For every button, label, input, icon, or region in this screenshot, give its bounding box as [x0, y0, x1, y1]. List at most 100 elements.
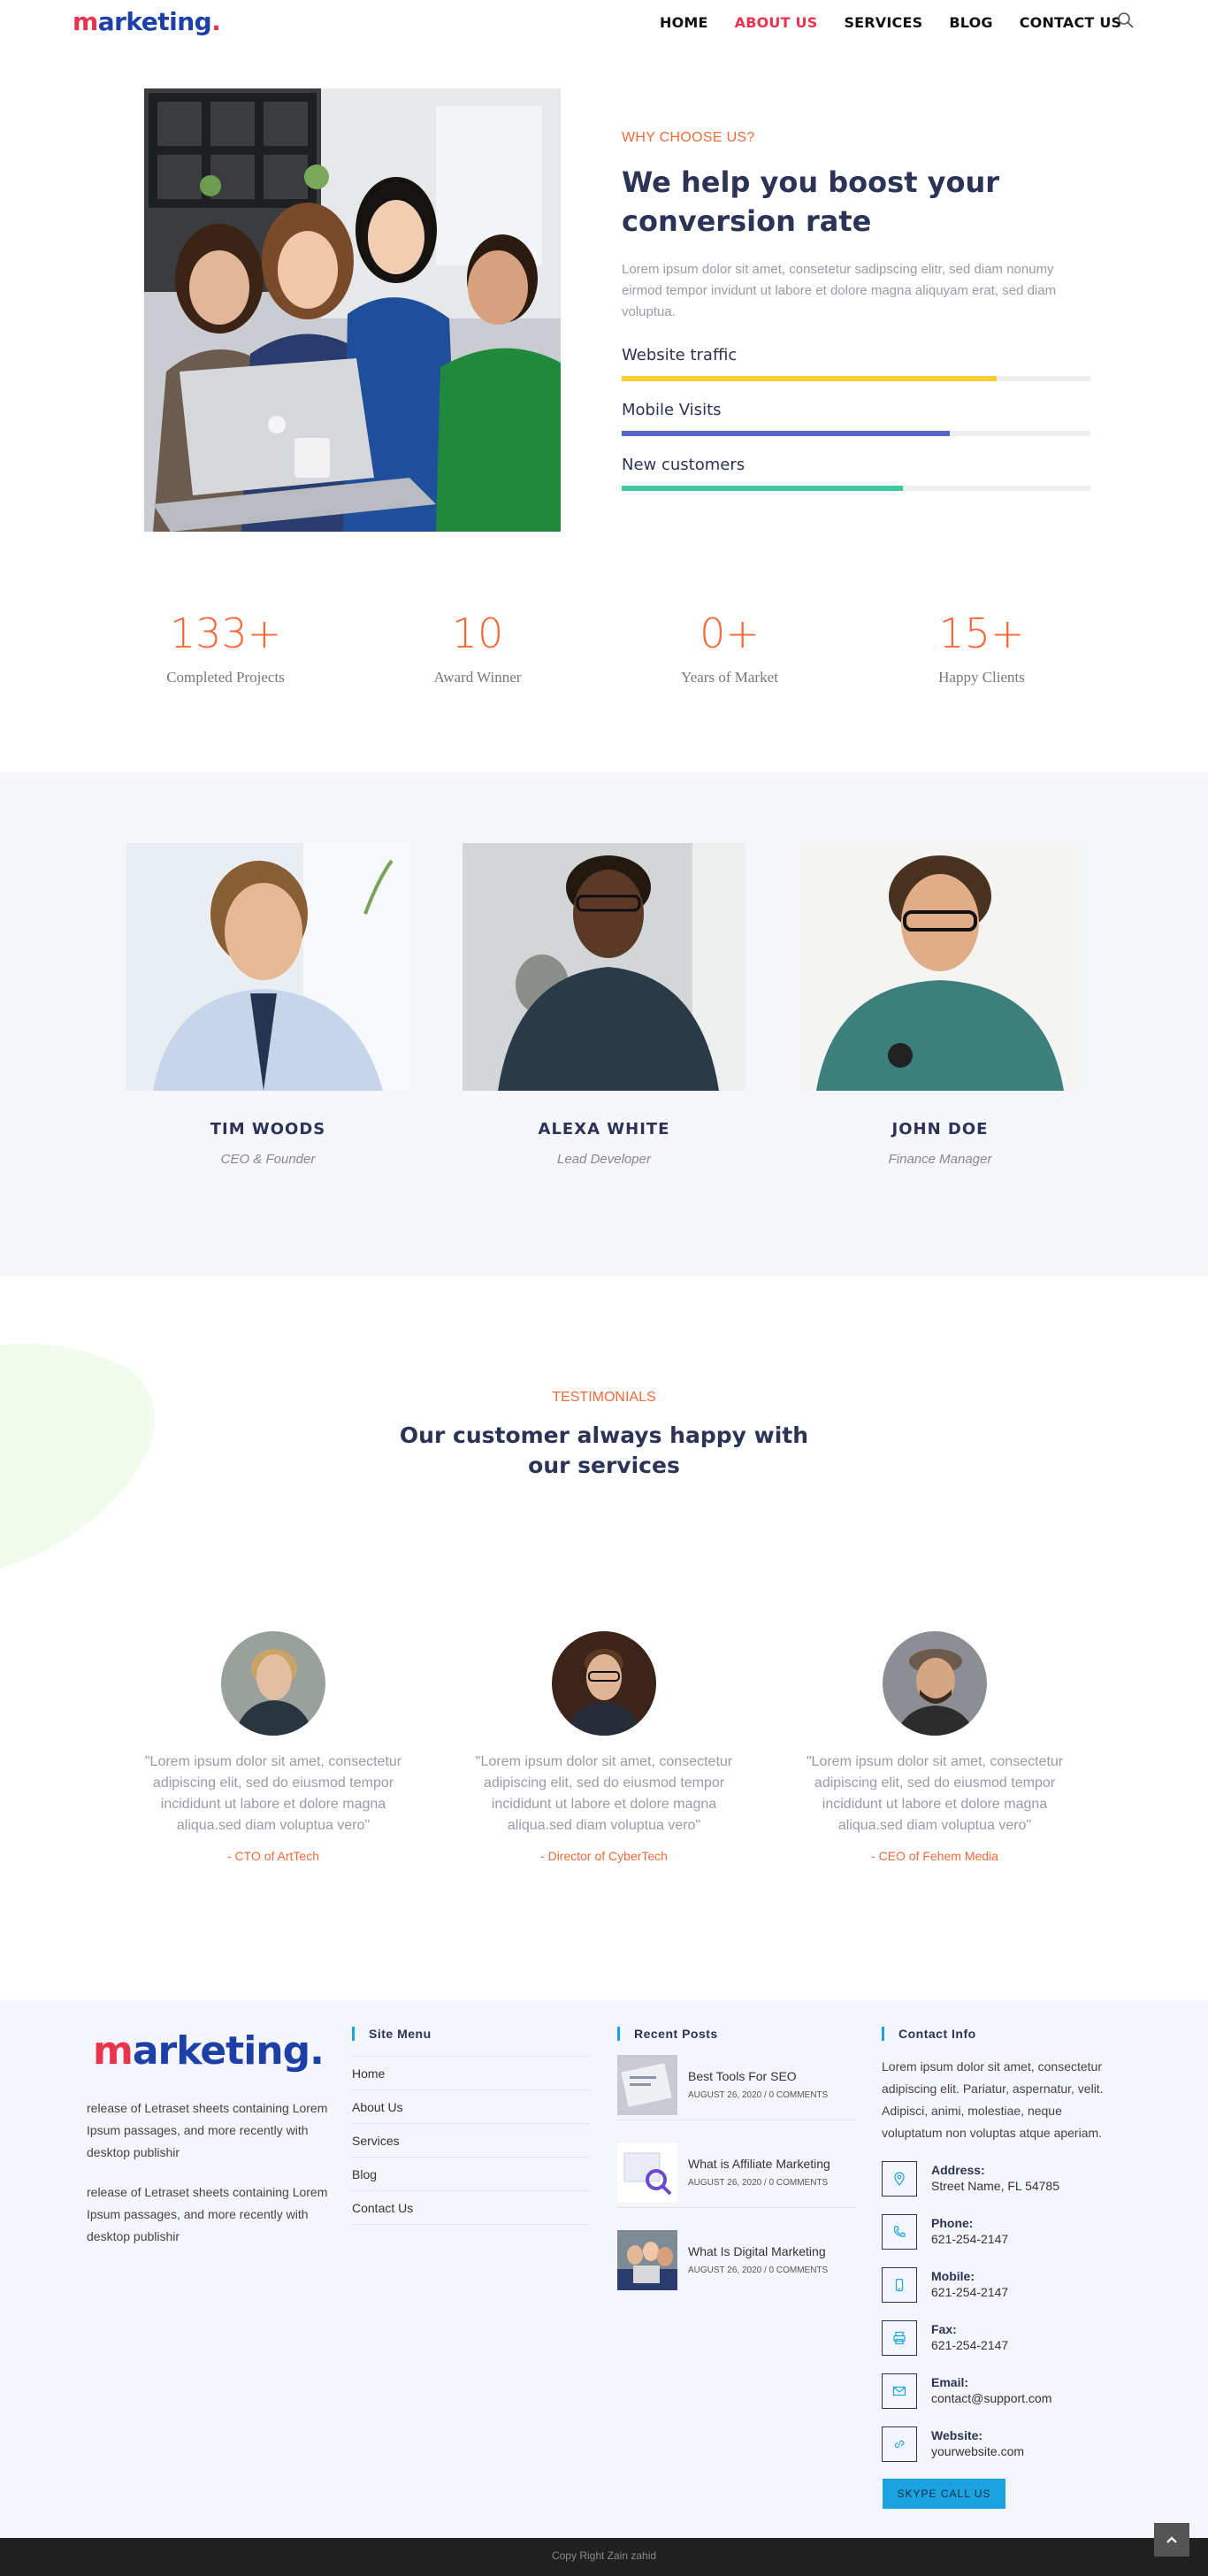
nav-home[interactable]: HOME: [660, 14, 708, 31]
testimonial-author: - Director of CyberTech: [540, 1849, 668, 1863]
contact-label: Email:: [931, 2375, 969, 2389]
post-thumbnail[interactable]: [617, 2230, 677, 2290]
testimonial-quote: "Lorem ipsum dolor sit amet, consectetur…: [475, 1754, 733, 1833]
counter-value: 15+: [938, 610, 1025, 657]
skill-mobile-visits: Mobile Visits: [622, 400, 1090, 436]
contact-value: Street Name, FL 54785: [931, 2179, 1060, 2193]
footer-logo[interactable]: marketing.: [93, 2028, 325, 2074]
post-title[interactable]: Best Tools For SEO: [688, 2069, 797, 2083]
footer-menu-contact-us[interactable]: Contact Us: [352, 2191, 589, 2225]
footer-menu-home[interactable]: Home: [352, 2057, 589, 2090]
footer-contact-heading: Contact Info: [882, 2027, 976, 2041]
contact-label: Mobile:: [931, 2269, 975, 2283]
main-nav: HOME ABOUT US SERVICES BLOG CONTACT US: [660, 12, 1148, 32]
counter-value: 0+: [700, 610, 760, 657]
contact-value: 621-254-2147: [931, 2285, 1009, 2299]
counter-value: 133+: [169, 610, 282, 657]
search-icon[interactable]: [1116, 11, 1135, 30]
footer-about-text: release of Letraset sheets containing Lo…: [87, 2185, 328, 2243]
skill-fill: [622, 376, 997, 381]
counter-label: Award Winner: [433, 669, 522, 686]
contact-value[interactable]: yourwebsite.com: [931, 2444, 1024, 2458]
contact-address: Address: Street Name, FL 54785: [882, 2161, 1129, 2198]
footer-site-menu-heading: Site Menu: [352, 2027, 432, 2041]
post-title[interactable]: What is Affiliate Marketing: [688, 2157, 830, 2171]
skill-label: Website traffic: [622, 346, 738, 364]
nav-about-us[interactable]: ABOUT US: [735, 14, 818, 31]
team-member-card: ALEXA WHITE Lead Developer: [463, 843, 745, 1167]
testimonial-card: "Lorem ipsum dolor sit amet, consectetur…: [136, 1631, 410, 1863]
skype-call-button[interactable]: SKYPE CALL US: [883, 2479, 1005, 2509]
contact-fax: Fax: 621-254-2147: [882, 2320, 1129, 2358]
footer-menu-services[interactable]: Services: [352, 2124, 589, 2158]
counter-happy-clients: 15+ Happy Clients: [893, 609, 1070, 686]
site-logo[interactable]: marketing.: [73, 6, 221, 38]
contact-label: Website:: [931, 2428, 983, 2442]
contact-value[interactable]: contact@support.com: [931, 2391, 1051, 2405]
footer-recent-posts-heading: Recent Posts: [617, 2027, 718, 2041]
contact-label: Address:: [931, 2163, 985, 2177]
testimonial-quote: "Lorem ipsum dolor sit amet, consectetur…: [806, 1754, 1064, 1833]
post-thumbnail[interactable]: [617, 2055, 677, 2115]
team-member-role: Finance Manager: [888, 1152, 992, 1167]
mobile-icon: [882, 2267, 917, 2303]
counter-label: Completed Projects: [166, 669, 285, 686]
contact-phone: Phone: 621-254-2147: [882, 2214, 1129, 2251]
contact-value: 621-254-2147: [931, 2232, 1009, 2246]
team-section: TIM WOODS CEO & Founder ALEXA WHITE Lead…: [0, 772, 1208, 1276]
counter-value: 10: [451, 610, 504, 657]
contact-email: Email: contact@support.com: [882, 2373, 1129, 2411]
team-member-name: ALEXA WHITE: [538, 1120, 670, 1138]
fax-icon: [882, 2320, 917, 2356]
skill-label: New customers: [622, 456, 745, 474]
counter-years-of-market: 0+ Years of Market: [641, 609, 818, 686]
skill-track: [622, 431, 1090, 436]
footer-logo-text: arketing.: [132, 2028, 325, 2074]
skill-track: [622, 376, 1090, 381]
site-footer: marketing. release of Letraset sheets co…: [0, 2000, 1208, 2538]
counter-award-winner: 10 Award Winner: [389, 609, 566, 686]
nav-blog[interactable]: BLOG: [949, 14, 992, 31]
decorative-blob: [0, 1343, 155, 1569]
testimonial-card: "Lorem ipsum dolor sit amet, consectetur…: [467, 1631, 741, 1863]
scroll-to-top-button[interactable]: [1154, 2523, 1189, 2557]
footer-menu-blog[interactable]: Blog: [352, 2158, 589, 2191]
divider: [617, 2207, 856, 2208]
recent-post[interactable]: What is Affiliate Marketing AUGUST 26, 2…: [617, 2143, 856, 2219]
skill-track: [622, 486, 1090, 491]
counter-label: Happy Clients: [938, 669, 1025, 686]
nav-contact-us[interactable]: CONTACT US: [1020, 14, 1122, 31]
testimonial-avatar: [552, 1631, 656, 1736]
about-description: Lorem ipsum dolor sit amet, consetetur s…: [622, 262, 1057, 319]
team-member-name: JOHN DOE: [891, 1120, 989, 1138]
skill-new-customers: New customers: [622, 455, 1090, 491]
post-thumbnail[interactable]: [617, 2143, 677, 2203]
testimonial-avatar: [883, 1631, 987, 1736]
about-eyebrow: WHY CHOOSE US?: [622, 130, 755, 145]
contact-website: Website: yourwebsite.com: [882, 2426, 1129, 2464]
recent-post[interactable]: Best Tools For SEO AUGUST 26, 2020 / 0 C…: [617, 2055, 856, 2131]
envelope-icon: [882, 2373, 917, 2409]
footer-menu-about-us[interactable]: About Us: [352, 2090, 589, 2124]
team-member-role: CEO & Founder: [220, 1152, 316, 1167]
post-title[interactable]: What Is Digital Marketing: [688, 2244, 826, 2258]
recent-post[interactable]: What Is Digital Marketing AUGUST 26, 202…: [617, 2230, 856, 2306]
footer-about-text: release of Letraset sheets containing Lo…: [87, 2101, 328, 2159]
contact-value: 621-254-2147: [931, 2338, 1009, 2352]
team-member-photo: [799, 843, 1082, 1091]
team-member-name: TIM WOODS: [210, 1120, 326, 1138]
logo-dot: .: [211, 7, 221, 36]
post-meta: AUGUST 26, 2020 / 0 COMMENTS: [688, 2178, 829, 2188]
logo-text: arketing: [97, 7, 212, 36]
testimonial-author: - CTO of ArtTech: [227, 1849, 319, 1863]
nav-services[interactable]: SERVICES: [844, 14, 922, 31]
team-member-card: JOHN DOE Finance Manager: [799, 843, 1082, 1167]
chevron-up-icon: [1166, 2536, 1177, 2543]
testimonials-eyebrow: TESTIMONIALS: [552, 1390, 656, 1405]
testimonials-title: Our customer always happy with our servi…: [399, 1422, 809, 1478]
logo-letter-m: m: [73, 7, 98, 36]
testimonial-card: "Lorem ipsum dolor sit amet, consectetur…: [798, 1631, 1072, 1863]
skill-label: Mobile Visits: [622, 401, 722, 419]
team-working-photo: [144, 88, 561, 532]
phone-icon: [882, 2214, 917, 2250]
